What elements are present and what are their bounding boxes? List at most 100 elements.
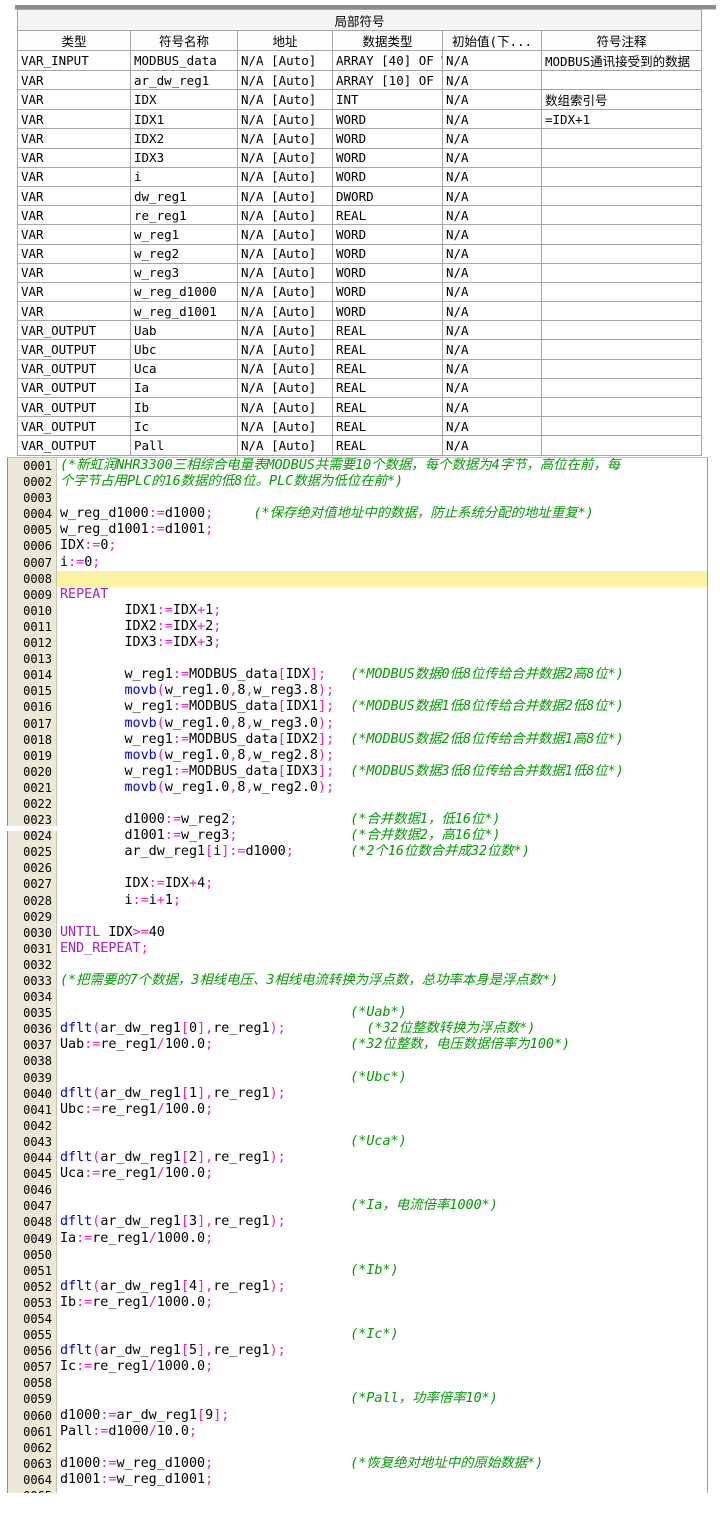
symbol-cell[interactable]: VAR [18, 206, 131, 225]
code-text[interactable]: w_reg_d1000:=d1000; (*保存绝对值地址中的数据，防止系统分配… [57, 506, 707, 522]
code-text[interactable] [57, 1247, 707, 1263]
symbol-cell[interactable] [542, 417, 702, 436]
symbol-cell[interactable]: N/A [443, 282, 542, 301]
code-text[interactable]: d1000:=w_reg_d1000; (*恢复绝对地址中的原始数据*) [57, 1456, 707, 1472]
symbol-cell[interactable]: WORD [333, 302, 443, 321]
code-text[interactable]: i:=i+1; [57, 893, 707, 909]
code-text[interactable] [57, 1488, 707, 1493]
symbol-cell[interactable]: ARRAY [10] OF DWORD [333, 71, 443, 90]
symbol-cell[interactable]: N/A [443, 436, 542, 455]
code-text[interactable]: w_reg_d1001:=d1001; [57, 522, 707, 538]
symbol-cell[interactable]: REAL [333, 340, 443, 359]
symbol-cell[interactable]: VAR [18, 167, 131, 186]
code-text[interactable]: movb(w_reg1.0,8,w_reg3.0); [57, 716, 707, 732]
symbol-cell[interactable] [542, 321, 702, 340]
symbol-cell[interactable]: VAR_OUTPUT [18, 340, 131, 359]
symbol-cell[interactable]: WORD [333, 263, 443, 282]
symbol-cell[interactable]: WORD [333, 244, 443, 263]
code-text[interactable]: (*Pall，功率倍率10*) [57, 1391, 707, 1407]
code-text[interactable] [57, 571, 707, 587]
symbol-cell[interactable] [542, 398, 702, 417]
symbol-cell[interactable]: WORD [333, 110, 443, 129]
symbol-cell[interactable]: VAR [18, 225, 131, 244]
code-text[interactable]: dflt(ar_dw_reg1[3],re_reg1); [57, 1214, 707, 1230]
code-text[interactable]: Pall:=d1000/10.0; [57, 1424, 707, 1440]
symbol-cell[interactable]: N/A [443, 244, 542, 263]
code-text[interactable]: dflt(ar_dw_reg1[4],re_reg1); [57, 1279, 707, 1295]
code-text[interactable] [57, 1375, 707, 1391]
symbol-cell[interactable] [542, 244, 702, 263]
code-text[interactable]: 个字节占用PLC的16数据的低8位。PLC数据为低位在前*) [57, 474, 707, 490]
symbol-cell[interactable]: =IDX+1 [542, 110, 702, 129]
symbol-cell[interactable]: re_reg1 [131, 206, 238, 225]
column-header-5[interactable]: 符号注释 [542, 31, 702, 51]
symbol-cell[interactable]: N/A [Auto] [238, 417, 333, 436]
code-text[interactable] [57, 1182, 707, 1198]
symbol-cell[interactable]: N/A [Auto] [238, 244, 333, 263]
code-text[interactable]: w_reg1:=MODBUS_data[IDX1]; (*MODBUS数据1低8… [57, 699, 707, 715]
symbol-cell[interactable]: N/A [443, 167, 542, 186]
symbol-cell[interactable] [542, 378, 702, 397]
symbol-cell[interactable]: N/A [Auto] [238, 398, 333, 417]
symbol-cell[interactable]: VAR [18, 71, 131, 90]
symbol-cell[interactable]: Ic [131, 417, 238, 436]
symbol-cell[interactable]: N/A [Auto] [238, 378, 333, 397]
code-text[interactable] [57, 957, 707, 973]
column-header-2[interactable]: 地址 [238, 31, 333, 51]
symbol-cell[interactable]: N/A [443, 225, 542, 244]
code-text[interactable] [57, 1053, 707, 1069]
code-text[interactable]: IDX3:=IDX+3; [57, 635, 707, 651]
code-text[interactable]: dflt(ar_dw_reg1[5],re_reg1); [57, 1343, 707, 1359]
code-text[interactable] [57, 1118, 707, 1134]
code-text[interactable]: movb(w_reg1.0,8,w_reg2.0); [57, 780, 707, 796]
symbol-cell[interactable]: N/A [443, 186, 542, 205]
code-text[interactable]: d1000:=w_reg2; (*合并数据1，低16位*) [57, 812, 707, 828]
symbol-cell[interactable]: WORD [333, 167, 443, 186]
symbol-cell[interactable]: N/A [Auto] [238, 186, 333, 205]
symbol-cell[interactable]: REAL [333, 378, 443, 397]
symbol-cell[interactable]: w_reg_d1000 [131, 282, 238, 301]
symbol-cell[interactable]: N/A [443, 398, 542, 417]
symbol-cell[interactable]: IDX [131, 90, 238, 110]
symbol-cell[interactable]: N/A [443, 302, 542, 321]
code-text[interactable]: (*Uca*) [57, 1134, 707, 1150]
symbol-cell[interactable] [542, 302, 702, 321]
symbol-cell[interactable]: N/A [443, 90, 542, 110]
code-text[interactable]: IDX1:=IDX+1; [57, 603, 707, 619]
code-text[interactable]: w_reg1:=MODBUS_data[IDX]; (*MODBUS数据0低8位… [57, 667, 707, 683]
code-text[interactable] [57, 796, 707, 812]
code-text[interactable] [57, 909, 707, 925]
code-text[interactable] [57, 1311, 707, 1327]
code-text[interactable]: Ic:=re_reg1/1000.0; [57, 1359, 707, 1375]
symbol-cell[interactable]: VAR [18, 244, 131, 263]
symbol-cell[interactable]: N/A [Auto] [238, 302, 333, 321]
symbol-cell[interactable]: VAR [18, 129, 131, 148]
symbol-cell[interactable]: N/A [443, 321, 542, 340]
symbol-cell[interactable]: N/A [Auto] [238, 51, 333, 71]
symbol-cell[interactable]: N/A [443, 340, 542, 359]
code-text[interactable]: Uab:=re_reg1/100.0; (*32位整数，电压数据倍率为100*) [57, 1037, 707, 1053]
symbol-cell[interactable]: IDX3 [131, 148, 238, 167]
symbol-cell[interactable]: Ia [131, 378, 238, 397]
code-text[interactable]: movb(w_reg1.0,8,w_reg3.8); [57, 683, 707, 699]
code-text[interactable]: dflt(ar_dw_reg1[0],re_reg1); (*32位整数转换为浮… [57, 1021, 707, 1037]
code-text[interactable]: w_reg1:=MODBUS_data[IDX2]; (*MODBUS数据2低8… [57, 732, 707, 748]
symbol-cell[interactable]: w_reg3 [131, 263, 238, 282]
code-text[interactable]: (*把需要的7个数据，3相线电压、3相线电流转换为浮点数，总功率本身是浮点数*) [57, 973, 707, 989]
code-text[interactable]: d1001:=w_reg3; (*合并数据2，高16位*) [57, 828, 707, 844]
symbol-cell[interactable]: VAR [18, 90, 131, 110]
symbol-cell[interactable]: N/A [Auto] [238, 71, 333, 90]
symbol-cell[interactable]: N/A [Auto] [238, 148, 333, 167]
symbol-cell[interactable]: Uab [131, 321, 238, 340]
code-text[interactable] [57, 490, 707, 506]
symbol-cell[interactable]: w_reg_d1001 [131, 302, 238, 321]
symbol-cell[interactable] [542, 436, 702, 455]
code-text[interactable]: REPEAT [57, 587, 707, 603]
symbol-cell[interactable]: VAR_OUTPUT [18, 417, 131, 436]
symbol-cell[interactable]: dw_reg1 [131, 186, 238, 205]
symbol-cell[interactable] [542, 129, 702, 148]
symbol-cell[interactable]: VAR [18, 186, 131, 205]
code-text[interactable]: Ubc:=re_reg1/100.0; [57, 1102, 707, 1118]
symbol-cell[interactable] [542, 282, 702, 301]
symbol-cell[interactable]: N/A [443, 110, 542, 129]
